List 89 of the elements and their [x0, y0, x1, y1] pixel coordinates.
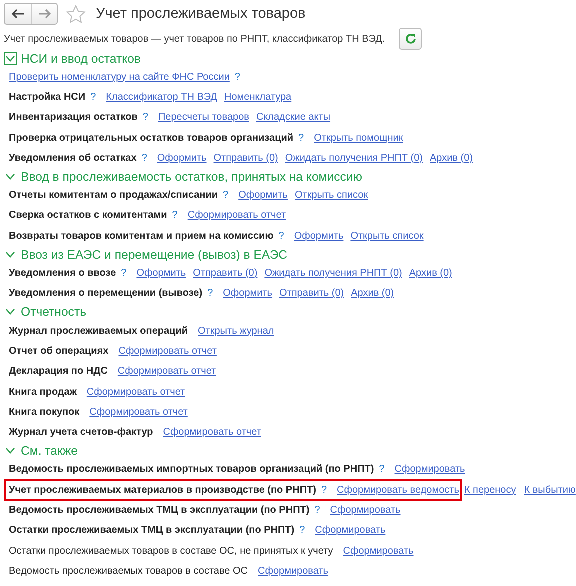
action-link[interactable]: Ожидать получения РНПТ (0)	[285, 152, 424, 164]
action-link[interactable]: Сформировать	[343, 546, 414, 557]
section-title[interactable]: Отчетность	[21, 305, 86, 320]
action-link[interactable]: Сформировать ведомость	[337, 484, 460, 496]
setting-label: Декларация по НДС	[9, 366, 108, 378]
setting-label: Проверка отрицательных остатков товаров организаций	[9, 132, 294, 144]
refresh-button[interactable]	[399, 28, 422, 50]
help-link[interactable]: ?	[172, 210, 178, 222]
setting-label: Ведомость прослеживаемых ТМЦ в эксплуатации (по РНПТ)	[9, 504, 310, 516]
refresh-icon	[404, 33, 417, 45]
action-link[interactable]: Проверить номенклатуру на сайте ФНС России	[9, 72, 230, 83]
section-toggle[interactable]	[4, 52, 17, 65]
help-link[interactable]: ?	[379, 464, 385, 476]
setting-label: Журнал прослеживаемых операций	[9, 326, 188, 337]
setting-label: Журнал учета счетов-фактур	[9, 427, 154, 438]
help-link[interactable]: ?	[314, 504, 320, 516]
action-link[interactable]: Оформить	[157, 152, 207, 164]
chevron-icon	[6, 174, 15, 180]
setting-label: Уведомления о ввозе	[9, 268, 116, 280]
setting-label: Ведомость прослеживаемых импортных товаров организаций (по РНПТ)	[9, 464, 374, 476]
action-link[interactable]: Архив (0)	[409, 268, 452, 280]
setting-label: Настройка НСИ	[9, 92, 86, 103]
action-link[interactable]: Складские акты	[256, 112, 331, 124]
help-link[interactable]: ?	[121, 268, 127, 280]
setting-label: Учет прослеживаемых материалов в производстве (по РНПТ)	[9, 484, 316, 496]
action-link[interactable]: Сформировать отчет	[163, 427, 262, 438]
help-link[interactable]: ?	[298, 132, 304, 144]
help-link[interactable]: ?	[321, 484, 328, 496]
action-link[interactable]: Сформировать	[330, 504, 401, 516]
right-arrow-icon	[38, 9, 52, 19]
action-link[interactable]: Отправить (0)	[214, 152, 278, 164]
action-link[interactable]: Оформить	[136, 268, 186, 280]
chevron-icon	[6, 56, 15, 62]
action-link[interactable]: К переносу	[464, 484, 516, 496]
action-link[interactable]: Номенклатура	[224, 92, 292, 103]
action-link[interactable]: Сформировать отчет	[188, 210, 286, 222]
section-title[interactable]: Ввод в прослеживаемость остатков, принятых на комиссию	[21, 170, 363, 184]
setting-label: Уведомления о перемещении (вывозе)	[9, 288, 203, 300]
section-title[interactable]: НСИ и ввод остатков	[21, 52, 141, 66]
action-link[interactable]: Пересчеты товаров	[158, 112, 250, 124]
setting-label: Отчет об операциях	[9, 346, 109, 357]
chevron-icon	[6, 309, 15, 316]
page-description: Учет прослеживаемых товаров — учет товаров по РНПТ, классификатор ТН ВЭД.	[4, 34, 386, 44]
action-link[interactable]: Сформировать	[394, 464, 466, 476]
action-link[interactable]: Открыть помощник	[314, 132, 404, 144]
action-link[interactable]: Оформить	[238, 190, 288, 202]
setting-label: Остатки прослеживаемых ТМЦ в эксплуатации (по РНПТ)	[9, 525, 295, 536]
help-link[interactable]: ?	[223, 190, 229, 202]
action-link[interactable]: Сформировать отчет	[118, 346, 217, 357]
help-link[interactable]: ?	[90, 92, 96, 103]
setting-label: Книга покупок	[9, 406, 80, 418]
setting-label: Книга продаж	[9, 386, 77, 398]
chevron-icon	[6, 448, 15, 454]
action-link[interactable]: Сформировать	[315, 525, 386, 536]
action-link[interactable]: Архив (0)	[351, 288, 394, 300]
page-title: Учет прослеживаемых товаров	[96, 6, 306, 22]
setting-label: Ведомость прослеживаемых товаров в составе ОС	[9, 566, 248, 577]
help-link[interactable]: ?	[278, 230, 284, 242]
action-link[interactable]: Отправить (0)	[193, 268, 258, 280]
star-icon[interactable]	[66, 4, 86, 24]
action-link[interactable]: Сформировать отчет	[86, 386, 186, 398]
help-link[interactable]: ?	[208, 288, 214, 300]
action-link[interactable]: Отправить (0)	[280, 288, 344, 300]
setting-label: Остатки прослеживаемых товаров в составе ОС, не принятых к учету	[9, 546, 334, 557]
action-link[interactable]: Открыть список	[350, 230, 424, 242]
action-link[interactable]: Сформировать отчет	[90, 406, 188, 418]
section-title[interactable]: Ввоз из ЕАЭС и перемещение (вывоз) в ЕАЭС	[21, 248, 288, 262]
setting-label: Отчеты комитентам о продажах/списании	[9, 190, 218, 202]
help-link[interactable]: ?	[142, 152, 148, 164]
action-link[interactable]: Открыть список	[294, 190, 368, 202]
help-link[interactable]: ?	[300, 525, 306, 536]
setting-label: Сверка остатков с комитентами	[9, 210, 168, 222]
setting-label: Возвраты товаров комитентам и прием на комиссию	[9, 230, 274, 242]
action-link[interactable]: Сформировать	[258, 566, 329, 577]
setting-label: Уведомления об остатках	[9, 152, 137, 164]
action-link[interactable]: Архив (0)	[430, 152, 474, 164]
setting-label: Инвентаризация остатков	[9, 112, 138, 124]
action-link[interactable]: Открыть журнал	[198, 326, 274, 337]
chevron-icon	[6, 252, 15, 258]
action-link[interactable]: Ожидать получения РНПТ (0)	[264, 268, 402, 280]
section-title[interactable]: См. также	[21, 444, 78, 458]
help-link[interactable]: ?	[142, 112, 148, 124]
left-arrow-icon	[11, 9, 25, 19]
action-link[interactable]: К выбытию	[524, 484, 576, 496]
help-link[interactable]: ?	[234, 72, 240, 83]
action-link[interactable]: Оформить	[294, 230, 344, 242]
action-link[interactable]: Классификатор ТН ВЭД	[106, 92, 218, 103]
action-link[interactable]: Оформить	[223, 288, 273, 300]
action-link[interactable]: Сформировать отчет	[118, 366, 216, 378]
